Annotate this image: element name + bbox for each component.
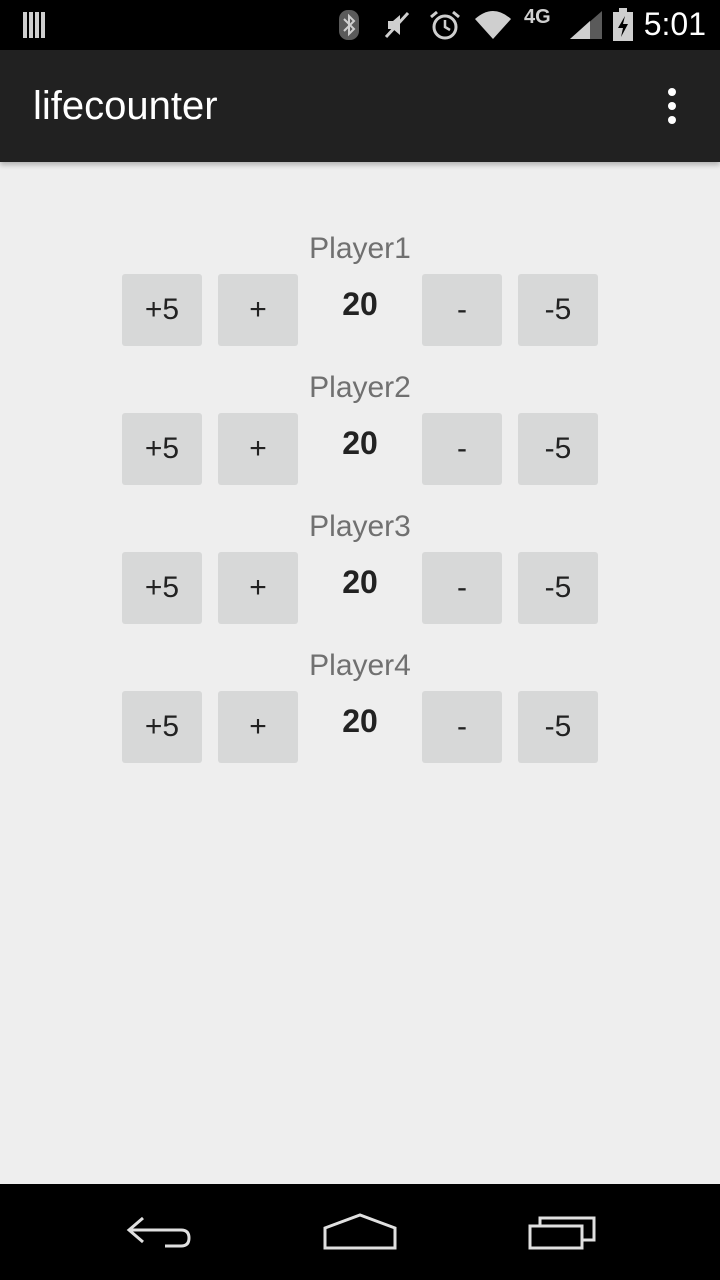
menu-dot xyxy=(668,88,676,96)
player-row-1: Player1 +5 + 20 - -5 xyxy=(0,229,720,368)
app-title: lifecounter xyxy=(33,84,218,128)
player-name: Player1 xyxy=(309,232,411,265)
life-total: 20 xyxy=(342,425,378,461)
player-name: Player2 xyxy=(309,371,411,404)
more-vert-icon[interactable] xyxy=(652,78,692,134)
mute-icon xyxy=(382,9,412,41)
player-row-4: Player4 +5 + 20 - -5 xyxy=(0,646,720,785)
back-icon[interactable] xyxy=(110,1204,210,1260)
menu-dot xyxy=(668,116,676,124)
wifi-icon xyxy=(474,9,512,41)
life-total: 20 xyxy=(342,703,378,739)
plus-1-button[interactable]: + xyxy=(218,413,298,485)
status-bar: 4G 5:01 xyxy=(0,0,720,50)
minus-5-button[interactable]: -5 xyxy=(518,413,598,485)
life-total: 20 xyxy=(342,286,378,322)
plus-1-button[interactable]: + xyxy=(218,552,298,624)
minus-5-button[interactable]: -5 xyxy=(518,552,598,624)
player-name: Player4 xyxy=(309,649,411,682)
minus-5-button[interactable]: -5 xyxy=(518,274,598,346)
navigation-bar xyxy=(0,1184,720,1280)
plus-1-button[interactable]: + xyxy=(218,691,298,763)
minus-1-button[interactable]: - xyxy=(422,552,502,624)
network-type-label: 4G xyxy=(524,6,551,28)
plus-5-button[interactable]: +5 xyxy=(122,413,202,485)
life-total: 20 xyxy=(342,564,378,600)
player-name: Player3 xyxy=(309,510,411,543)
menu-dot xyxy=(668,102,676,110)
signal-icon xyxy=(568,9,604,41)
action-bar: lifecounter xyxy=(0,50,720,162)
bluetooth-icon xyxy=(338,9,360,41)
minus-5-button[interactable]: -5 xyxy=(518,691,598,763)
minus-1-button[interactable]: - xyxy=(422,413,502,485)
home-icon[interactable] xyxy=(310,1204,410,1260)
recent-apps-icon[interactable] xyxy=(512,1204,612,1260)
plus-5-button[interactable]: +5 xyxy=(122,552,202,624)
clock: 5:01 xyxy=(643,6,706,42)
plus-5-button[interactable]: +5 xyxy=(122,691,202,763)
plus-1-button[interactable]: + xyxy=(218,274,298,346)
plus-5-button[interactable]: +5 xyxy=(122,274,202,346)
minus-1-button[interactable]: - xyxy=(422,691,502,763)
screen: 4G 5:01 lifecounter Player1 +5 + 20 - -5… xyxy=(0,0,720,1280)
player-row-3: Player3 +5 + 20 - -5 xyxy=(0,507,720,646)
battery-icon xyxy=(612,8,634,41)
player-row-2: Player2 +5 + 20 - -5 xyxy=(0,368,720,507)
minus-1-button[interactable]: - xyxy=(422,274,502,346)
alarm-icon xyxy=(428,9,462,41)
notification-icon xyxy=(22,9,48,41)
